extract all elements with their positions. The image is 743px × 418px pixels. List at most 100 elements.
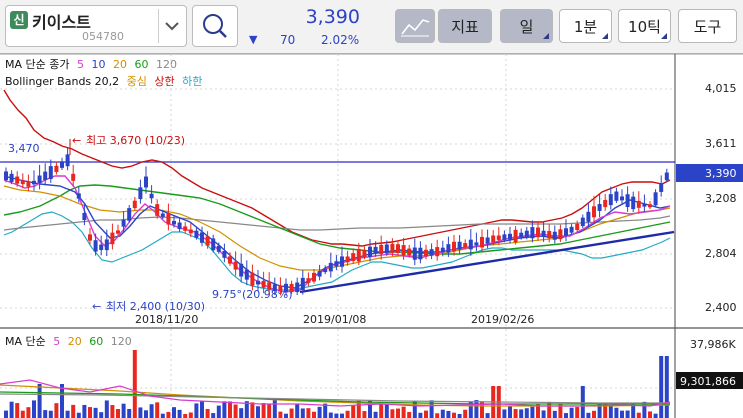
high-label: 최고 3,670 (10/23) <box>86 134 185 147</box>
volume-bar <box>244 401 249 418</box>
ma5-line <box>3 175 671 293</box>
stock-selector[interactable]: 신 키이스트 054780 <box>5 5 187 47</box>
volume-bar <box>233 404 238 418</box>
candle-body <box>256 280 260 285</box>
candle-body <box>653 192 658 206</box>
candle-body <box>166 213 171 225</box>
chevron-down-icon <box>165 22 179 31</box>
volume-bar <box>295 403 300 418</box>
x-date-label: 2019/02/26 <box>471 313 534 326</box>
vol-ma120-line <box>0 393 670 404</box>
volume-bar <box>278 411 283 418</box>
candle-body <box>250 272 255 286</box>
volume-bar <box>188 412 193 418</box>
level-label: 3,470 <box>8 142 40 155</box>
candle-body <box>127 208 132 221</box>
candle-body <box>418 247 423 260</box>
candle-body <box>564 228 568 236</box>
volume-bar <box>99 412 104 418</box>
candle-body <box>317 271 322 277</box>
dropdown-corner-icon <box>661 33 667 39</box>
ma10-line <box>3 175 671 289</box>
dropdown-corner-icon <box>602 33 608 39</box>
candle-body <box>132 200 137 209</box>
candle-body <box>412 247 417 260</box>
candle-body <box>4 171 8 181</box>
candle-body <box>328 262 333 272</box>
candle-body <box>575 223 580 231</box>
volume-bar <box>222 401 227 418</box>
volume-bar <box>390 409 395 418</box>
y-tick-label: 2,400 <box>705 301 737 314</box>
bb-legend-upper: 상한 <box>154 75 175 88</box>
volume-bar <box>284 413 288 418</box>
volume-bar <box>37 384 42 418</box>
volume-bar <box>76 412 81 418</box>
candle-body <box>424 249 428 257</box>
volume-bar <box>636 412 641 418</box>
volume-bar <box>65 410 70 418</box>
current-price-tag <box>676 164 743 182</box>
volume-layer <box>4 350 669 418</box>
volume-bar <box>160 413 165 418</box>
candle-body <box>536 227 540 238</box>
volume-bar <box>323 403 328 418</box>
vol-ma20-line <box>0 384 671 407</box>
tick-button[interactable]: 10틱 <box>618 9 671 43</box>
volume-bar <box>43 410 48 418</box>
x-date-label: 2019/01/08 <box>303 313 366 326</box>
volume-bar <box>216 405 221 418</box>
volume-bar <box>155 402 160 418</box>
candle-body <box>138 187 143 200</box>
volume-bar <box>513 409 518 418</box>
stock-dropdown-button[interactable] <box>158 9 185 43</box>
candle-body <box>396 244 400 253</box>
volume-bar <box>93 407 98 418</box>
volume-bar <box>648 411 652 418</box>
volume-bar <box>530 406 535 418</box>
candle-body <box>496 235 501 240</box>
volume-bar <box>368 400 372 418</box>
vol-legend-60: 60 <box>89 335 104 348</box>
tick-button-label: 10틱 <box>628 18 661 36</box>
volume-bar <box>71 404 76 418</box>
volume-bar <box>446 410 451 418</box>
candle-body <box>172 220 176 225</box>
chart-type-button[interactable] <box>395 9 435 43</box>
volume-bar <box>491 386 496 418</box>
search-icon <box>203 14 227 38</box>
volume-bar <box>205 408 210 418</box>
volume-bar <box>250 402 255 418</box>
candle-body <box>435 247 440 257</box>
bb-legend-title: Bollinger Bands 20,2 <box>5 75 120 88</box>
volume-bar <box>524 408 529 418</box>
tools-button[interactable]: 도구 <box>678 9 737 43</box>
candle-body <box>631 196 636 210</box>
candle-body <box>502 234 507 240</box>
candle-body <box>216 245 221 252</box>
candle-body <box>384 244 389 254</box>
volume-bar <box>625 410 630 418</box>
search-button[interactable] <box>192 5 238 47</box>
volume-bar <box>127 408 132 418</box>
period-button-label: 일 <box>519 18 534 36</box>
volume-bar <box>88 407 92 418</box>
candle-body <box>261 280 266 288</box>
volume-bar <box>631 403 636 418</box>
volume-bar <box>412 401 417 418</box>
indicator-button[interactable]: 지표 <box>438 9 492 43</box>
candle-body <box>37 175 42 183</box>
candle-body <box>110 232 115 245</box>
volume-bar <box>396 408 400 418</box>
ma-legend-20: 20 <box>113 58 127 71</box>
volume-bar <box>267 403 272 418</box>
volume-bar <box>457 413 462 418</box>
candle-body <box>608 194 613 206</box>
minute-button[interactable]: 1분 <box>559 9 612 43</box>
candle-body <box>43 171 48 181</box>
candle-body <box>76 193 81 199</box>
volume-bar <box>536 403 540 418</box>
volume-bar <box>351 405 356 418</box>
volume-bar <box>603 402 608 418</box>
period-button[interactable]: 일 <box>500 9 553 43</box>
